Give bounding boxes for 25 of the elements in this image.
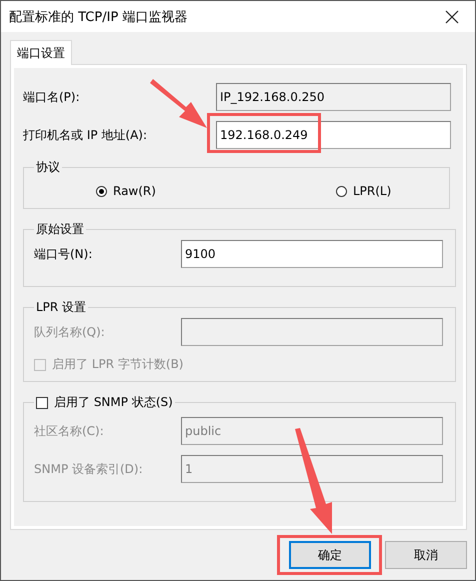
- checkbox-label: 启用了 LPR 字节计数(B): [52, 356, 184, 373]
- checkbox[interactable]: [36, 396, 48, 408]
- radio-button[interactable]: [96, 186, 107, 196]
- window-title: 配置标准的 TCP/IP 端口监视器: [9, 8, 188, 26]
- annotation-arrow: [150, 79, 207, 128]
- field-label: 社区名称(C):: [34, 422, 105, 440]
- close-icon[interactable]: [445, 10, 459, 24]
- group-title: 协议: [35, 159, 61, 176]
- dialog-button[interactable]: 取消: [385, 541, 467, 569]
- input-field[interactable]: 9100: [181, 240, 443, 268]
- input-field[interactable]: 192.168.0.249: [216, 121, 451, 149]
- dialog-button[interactable]: 确定: [289, 541, 371, 569]
- field-label: 端口名(P):: [23, 88, 81, 106]
- input-field[interactable]: IP_192.168.0.250: [216, 83, 451, 111]
- field-label: 队列名称(Q):: [34, 324, 106, 340]
- radio-button[interactable]: [336, 186, 347, 196]
- group-title: 原始设置: [35, 221, 85, 238]
- radio-label: LPR(L): [352, 184, 392, 198]
- field-label: SNMP 设备索引(D):: [34, 460, 144, 478]
- tab[interactable]: 端口设置: [10, 40, 72, 65]
- field-label: 打印机名或 IP 地址(A):: [23, 126, 148, 144]
- radio-label: Raw(R): [113, 184, 156, 198]
- group-title: LPR 设置: [35, 299, 88, 316]
- field-label: 端口号(N):: [34, 246, 94, 262]
- checkbox-label: 启用了 SNMP 状态(S): [54, 394, 173, 411]
